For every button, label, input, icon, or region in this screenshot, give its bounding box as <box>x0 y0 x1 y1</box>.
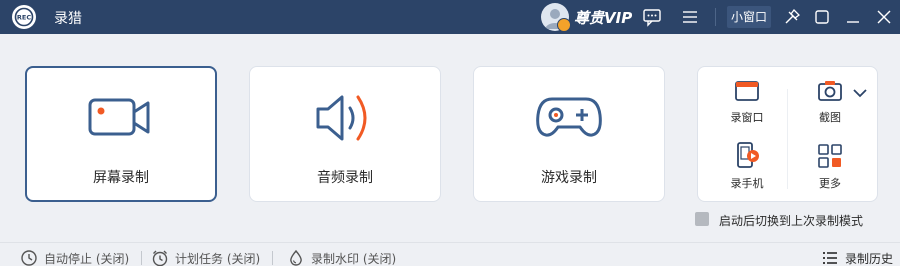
camera-icon <box>818 81 842 101</box>
vip-label[interactable]: 尊贵VIP <box>574 7 632 28</box>
audio-record-label: 音频录制 <box>317 170 373 186</box>
watermark-label: 录制水印 (关闭) <box>311 252 397 266</box>
history-label: 录制历史 <box>845 252 894 266</box>
screen-record-label: 屏幕录制 <box>93 170 149 186</box>
status-bar: 自动停止 (关闭) 计划任务 (关闭) 录制水印 (关闭) 录制历史 <box>0 242 900 266</box>
status-separator <box>272 251 273 265</box>
screenshot-label: 截图 <box>819 111 841 124</box>
scheduled-task-label: 计划任务 (关闭) <box>175 252 261 266</box>
alarm-clock-icon <box>152 250 168 266</box>
close-icon[interactable] <box>874 7 894 27</box>
quick-divider <box>787 89 788 189</box>
screen-record-icon <box>86 92 156 146</box>
game-record-card[interactable]: 游戏录制 <box>473 66 665 202</box>
title-bar: REC 录猎 尊贵VIP 小窗口 <box>0 0 900 34</box>
record-window-button[interactable]: 录窗口 <box>712 79 782 125</box>
phone-record-icon <box>737 142 759 168</box>
game-record-label: 游戏录制 <box>541 170 597 186</box>
restore-window-icon[interactable] <box>812 7 832 27</box>
restore-last-mode-label: 启动后切换到上次录制模式 <box>719 214 864 228</box>
chevron-down-icon[interactable] <box>852 87 868 99</box>
app-logo-icon: REC <box>12 5 36 29</box>
titlebar-divider <box>715 8 716 26</box>
clock-icon <box>21 250 37 266</box>
menu-icon[interactable] <box>680 7 700 27</box>
minimize-icon[interactable] <box>843 7 863 27</box>
more-grid-icon <box>818 144 842 168</box>
audio-record-icon <box>310 91 380 149</box>
logo-text: REC <box>17 14 31 22</box>
status-separator <box>141 251 142 265</box>
pin-icon[interactable] <box>782 7 802 27</box>
more-button[interactable]: 更多 <box>795 143 865 191</box>
screenshot-button[interactable]: 截图 <box>795 79 865 125</box>
restore-last-mode-checkbox[interactable] <box>695 212 709 226</box>
window-record-icon <box>735 81 759 101</box>
record-phone-label: 录手机 <box>730 177 764 190</box>
list-icon <box>823 252 837 264</box>
auto-stop-label: 自动停止 (关闭) <box>44 252 130 266</box>
mini-window-button[interactable]: 小窗口 <box>727 6 772 28</box>
app-title: 录猎 <box>54 11 82 27</box>
water-drop-icon <box>290 249 302 266</box>
record-window-label: 录窗口 <box>730 111 764 124</box>
record-phone-button[interactable]: 录手机 <box>712 141 782 191</box>
message-icon[interactable] <box>642 7 662 27</box>
audio-record-card[interactable]: 音频录制 <box>249 66 441 202</box>
game-record-icon <box>534 91 604 145</box>
vip-badge-icon <box>557 18 571 32</box>
quick-tools-panel: 录窗口 截图 录手机 更多 <box>697 66 878 202</box>
more-label: 更多 <box>819 177 841 190</box>
screen-record-card[interactable]: 屏幕录制 <box>25 66 217 202</box>
